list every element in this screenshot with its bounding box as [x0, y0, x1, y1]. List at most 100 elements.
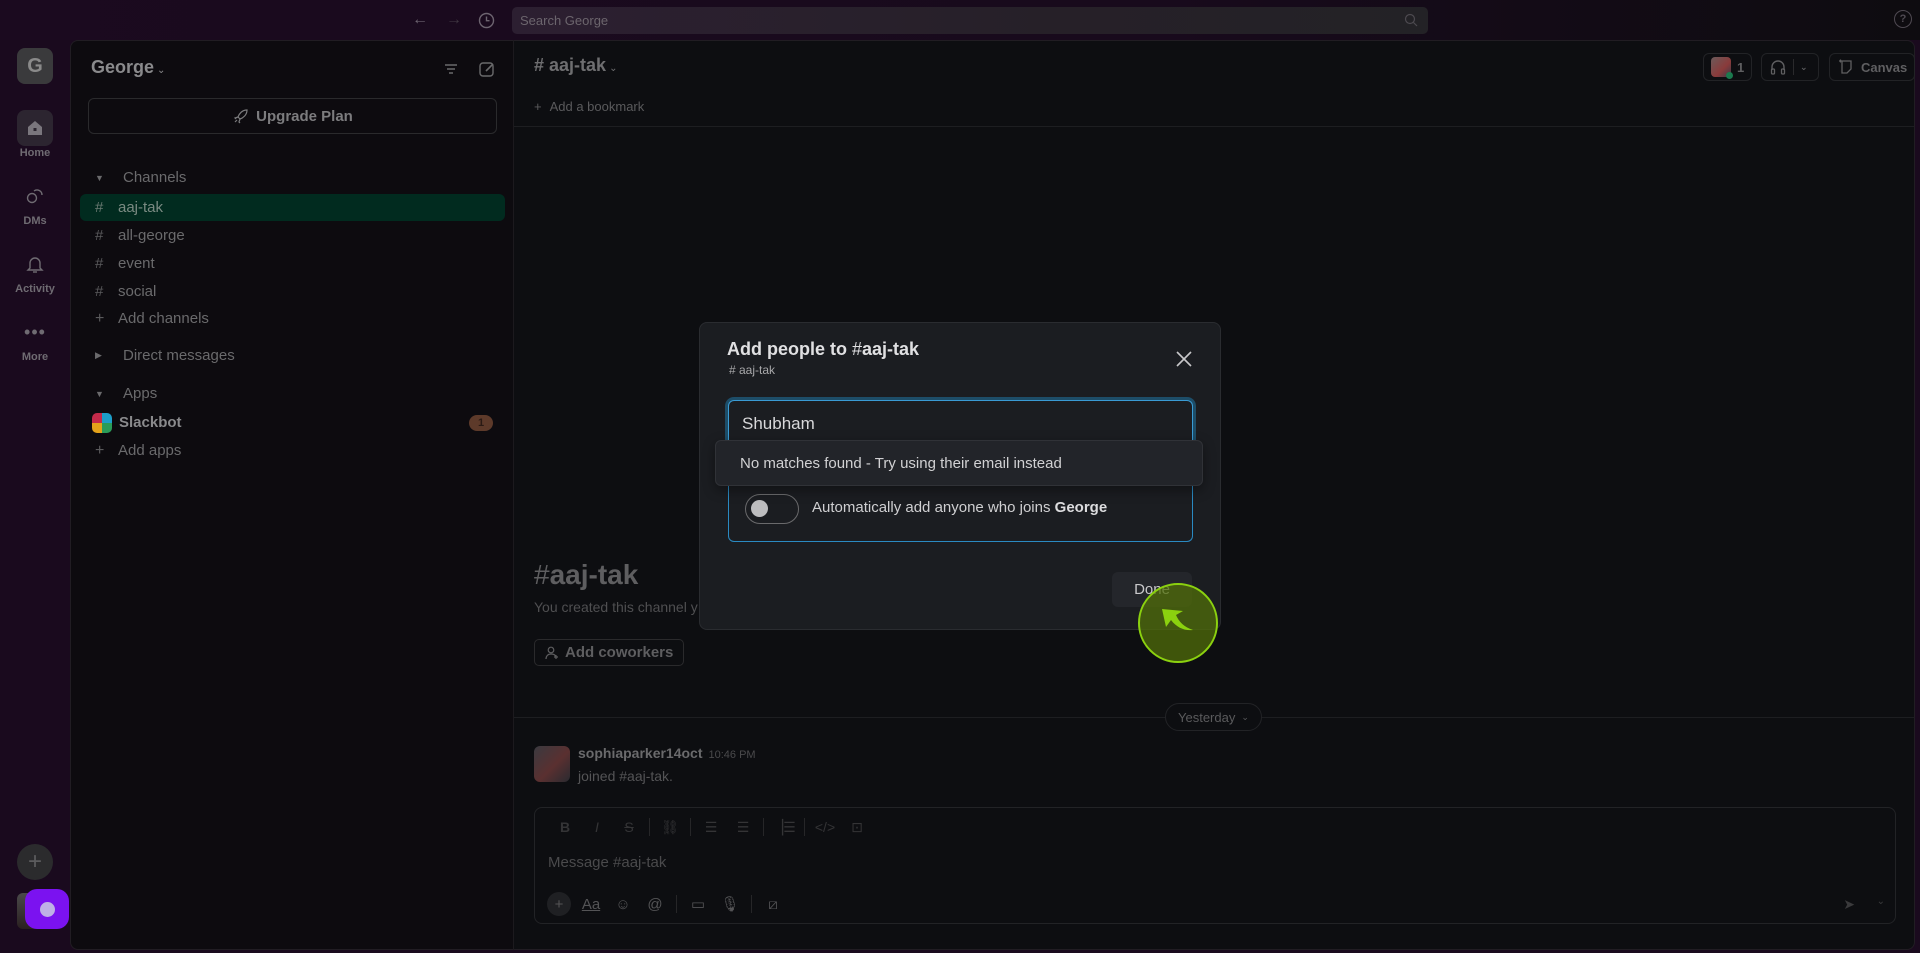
- rail-item-home[interactable]: Home: [0, 110, 70, 159]
- auto-add-toggle[interactable]: [745, 494, 799, 524]
- chevron-down-icon[interactable]: ⌄: [1877, 896, 1885, 907]
- modal-title-channel: aaj-tak: [862, 339, 920, 359]
- hash-icon: #: [95, 283, 104, 300]
- upgrade-plan-label: Upgrade Plan: [256, 107, 353, 125]
- close-icon[interactable]: [1174, 349, 1194, 369]
- caret-down-icon: ▼: [95, 388, 104, 399]
- sidebar-app-slackbot[interactable]: Slackbot 1: [80, 409, 505, 436]
- search-placeholder: Search George: [520, 13, 609, 28]
- formatting-toolbar: B I S ⛓ ☰ ☰ ▕☰ </> ⊡: [549, 818, 873, 836]
- canvas-button[interactable]: Canvas: [1829, 53, 1916, 81]
- members-button[interactable]: 1: [1703, 53, 1753, 81]
- plus-icon: +: [95, 309, 105, 327]
- message-input[interactable]: Message #aaj-tak: [548, 854, 666, 871]
- channel-name: all-george: [118, 227, 185, 244]
- chevron-down-icon: ⌄: [157, 65, 166, 76]
- divider: [751, 895, 752, 913]
- hash-icon: #: [95, 227, 104, 244]
- add-apps-button[interactable]: + Add apps: [80, 437, 505, 464]
- workspace-rail: G Home DMs Activity ••• More +: [0, 40, 70, 953]
- attach-plus-icon[interactable]: +: [547, 892, 571, 916]
- channels-section-toggle[interactable]: ▼ Channels: [95, 169, 186, 186]
- code-block-icon[interactable]: ⊡: [841, 819, 873, 836]
- add-apps-label: Add apps: [118, 442, 182, 459]
- mention-icon[interactable]: @: [639, 891, 671, 917]
- bulleted-list-icon[interactable]: ☰: [727, 819, 759, 836]
- add-workspace-button[interactable]: +: [17, 844, 53, 880]
- click-cursor-indicator: [1138, 583, 1218, 663]
- compose-icon[interactable]: [477, 59, 497, 79]
- slackbot-icon: [92, 412, 112, 433]
- huddle-button[interactable]: ⌄: [1761, 53, 1819, 81]
- italic-icon[interactable]: I: [581, 819, 613, 835]
- blockquote-icon[interactable]: ▕☰: [768, 819, 800, 836]
- record-dot-icon: [39, 901, 55, 917]
- add-bookmark-button[interactable]: + Add a bookmark: [534, 99, 644, 114]
- channel-name: event: [118, 255, 155, 272]
- message-text: joined #aaj-tak.: [578, 768, 673, 784]
- chevron-down-icon: ⌄: [609, 63, 618, 74]
- sidebar-channel-aaj-tak[interactable]: # aaj-tak: [80, 194, 505, 221]
- chevron-down-icon[interactable]: ⌄: [1800, 62, 1808, 73]
- workspace-switcher[interactable]: G: [17, 48, 53, 84]
- modal-subtitle: # aaj-tak: [729, 363, 776, 377]
- code-icon[interactable]: </>: [809, 819, 841, 835]
- recording-button[interactable]: [25, 889, 69, 929]
- video-icon[interactable]: ▭: [682, 891, 714, 917]
- back-arrow-icon[interactable]: ←: [410, 10, 430, 30]
- rail-label: More: [21, 351, 49, 363]
- home-icon: [17, 110, 53, 146]
- workspace-menu[interactable]: George ⌄: [91, 57, 165, 78]
- message-timestamp[interactable]: 10:46 PM: [709, 749, 756, 761]
- hash-icon: #: [534, 559, 550, 590]
- rail-item-activity[interactable]: Activity: [0, 246, 70, 295]
- suggestions-dropdown: No matches found - Try using their email…: [715, 440, 1203, 486]
- apps-section-toggle[interactable]: ▼ Apps: [95, 385, 157, 402]
- workspace-name: George: [91, 57, 155, 77]
- hash-icon: #: [95, 199, 104, 216]
- caret-right-icon: ▶: [95, 350, 102, 360]
- history-clock-icon[interactable]: [476, 10, 496, 30]
- upgrade-plan-button[interactable]: Upgrade Plan: [88, 98, 497, 134]
- add-channels-button[interactable]: + Add channels: [80, 305, 505, 332]
- sidebar-channel-all-george[interactable]: # all-george: [80, 222, 505, 249]
- message-avatar[interactable]: [534, 746, 570, 782]
- rail-label: Home: [19, 147, 51, 159]
- more-dots-icon: •••: [24, 321, 46, 342]
- sidebar: George ⌄ Upgrade Plan ▼ Channels # aaj-tak …: [70, 40, 513, 950]
- dm-header: Direct messages: [123, 347, 235, 364]
- dm-section-toggle[interactable]: ▶ Direct messages: [95, 347, 235, 364]
- channel-title-button[interactable]: # aaj-tak ⌄: [534, 55, 617, 76]
- message-author[interactable]: sophiaparker14oct: [578, 745, 703, 761]
- sidebar-channel-event[interactable]: # event: [80, 250, 505, 277]
- canvas-icon: [1839, 59, 1852, 74]
- emoji-icon[interactable]: ☺: [607, 891, 639, 917]
- channels-header: Channels: [123, 169, 187, 186]
- day-divider-button[interactable]: Yesterday ⌄: [1165, 703, 1262, 731]
- sidebar-channel-social[interactable]: # social: [80, 278, 505, 305]
- send-icon[interactable]: ➤: [1843, 896, 1855, 913]
- add-coworkers-button[interactable]: Add coworkers: [534, 639, 685, 666]
- microphone-icon[interactable]: 🎙︎: [714, 891, 746, 917]
- rail-item-more[interactable]: ••• More: [0, 314, 70, 364]
- shortcuts-slash-icon[interactable]: ⧄: [757, 891, 789, 917]
- message-composer[interactable]: B I S ⛓ ☰ ☰ ▕☰ </> ⊡ Message #aaj-tak + …: [534, 807, 1896, 924]
- help-icon[interactable]: ?: [1894, 10, 1912, 28]
- auto-add-panel: Automatically add anyone who joins Georg…: [728, 479, 1193, 542]
- search-input[interactable]: Search George: [512, 7, 1428, 34]
- rail-label: Activity: [15, 283, 55, 295]
- rail-item-dms[interactable]: DMs: [0, 178, 70, 227]
- divider: [676, 895, 677, 913]
- apps-header: Apps: [123, 385, 158, 402]
- divider: [763, 818, 764, 836]
- formatting-toggle-icon[interactable]: Aa: [575, 891, 607, 917]
- filter-icon[interactable]: [441, 59, 461, 79]
- add-people-modal: Add people to #aaj-tak # aaj-tak Automat…: [699, 322, 1221, 630]
- bold-icon[interactable]: B: [549, 819, 581, 835]
- ordered-list-icon[interactable]: ☰: [695, 819, 727, 836]
- link-icon[interactable]: ⛓: [654, 819, 686, 836]
- channel-title: aaj-tak: [549, 55, 607, 75]
- forward-arrow-icon[interactable]: →: [444, 10, 464, 30]
- strikethrough-icon[interactable]: S: [613, 819, 645, 835]
- rail-label: DMs: [23, 215, 47, 227]
